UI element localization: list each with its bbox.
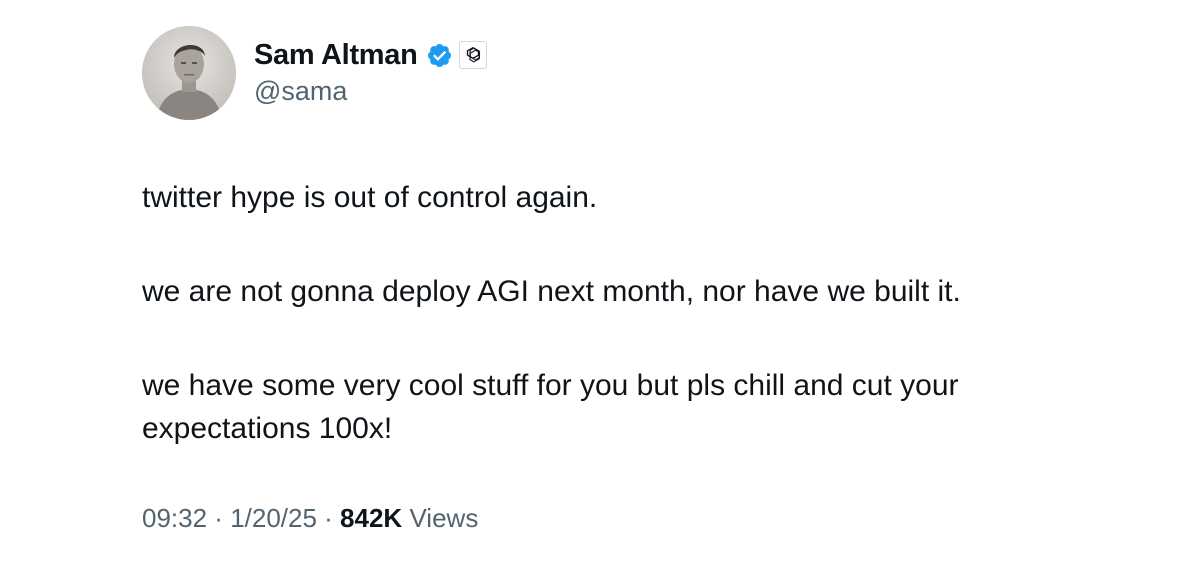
views-label: Views — [409, 503, 479, 533]
tweet-card: Sam Altman @sama twitter hype is out of … — [0, 0, 1200, 567]
tweet-paragraph-3: we have some very cool stuff for you but… — [142, 369, 967, 445]
tweet-body: twitter hype is out of control again. we… — [142, 176, 1102, 500]
verified-badge-icon[interactable] — [426, 42, 453, 69]
author-name-row: Sam Altman — [254, 36, 487, 74]
tweet-date[interactable]: 1/20/25 — [230, 503, 317, 534]
views-spacer — [402, 503, 409, 534]
views-count: 842K — [340, 503, 403, 533]
avatar-photo-icon — [142, 26, 236, 120]
openai-logo-icon[interactable] — [458, 41, 487, 69]
author-display-name[interactable]: Sam Altman — [254, 39, 418, 72]
tweet-paragraph-2: we are not gonna deploy AGI next month, … — [142, 275, 961, 308]
meta-separator-2: · — [316, 503, 341, 533]
tweet-meta: 09:32 · 1/20/25 · 842K Views — [142, 503, 478, 534]
author-handle[interactable]: @sama — [254, 76, 347, 107]
meta-separator-1: · — [207, 503, 231, 533]
tweet-paragraph-1: twitter hype is out of control again. — [142, 181, 598, 214]
tweet-time[interactable]: 09:32 — [142, 503, 207, 534]
avatar[interactable] — [142, 26, 236, 120]
